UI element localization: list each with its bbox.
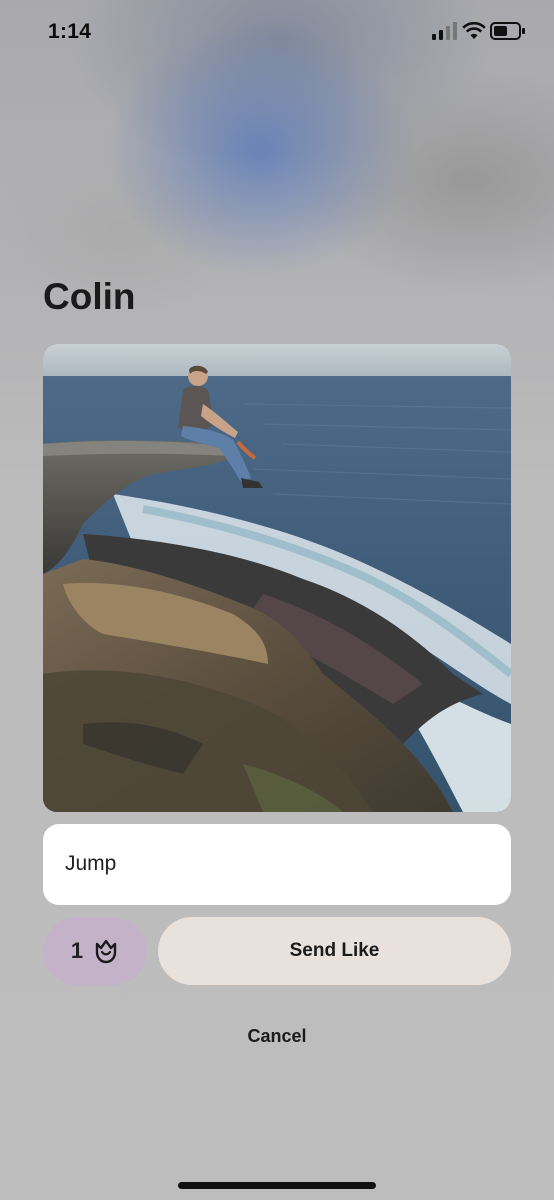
profile-name: Colin bbox=[43, 276, 136, 317]
prompt-card[interactable]: Jump bbox=[43, 824, 511, 905]
battery-icon bbox=[490, 22, 525, 40]
prompt-text: Jump bbox=[65, 852, 117, 875]
status-bar: 1:14 bbox=[0, 0, 554, 66]
status-time: 1:14 bbox=[48, 20, 92, 43]
profile-photo[interactable] bbox=[43, 344, 511, 812]
rose-count: 1 bbox=[70, 938, 84, 963]
home-indicator[interactable] bbox=[178, 1182, 376, 1189]
wifi-icon bbox=[462, 22, 486, 39]
rose-icon bbox=[95, 939, 117, 964]
rose-button[interactable]: 1 bbox=[43, 917, 147, 985]
cancel-button[interactable]: Cancel bbox=[0, 1026, 554, 1047]
send-like-button[interactable]: Send Like bbox=[158, 917, 511, 985]
cellular-signal-icon bbox=[432, 22, 457, 40]
